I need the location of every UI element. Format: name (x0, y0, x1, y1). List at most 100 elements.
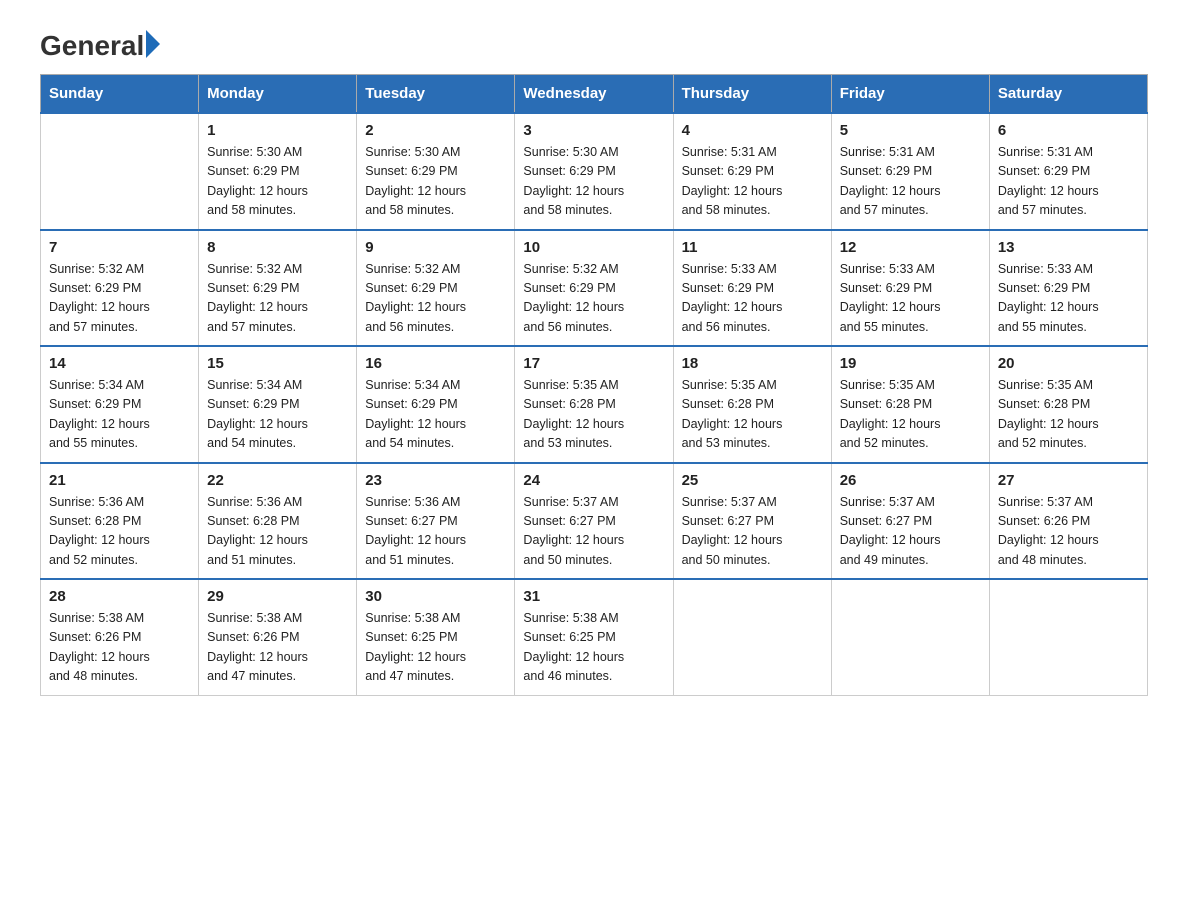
calendar-cell: 23 Sunrise: 5:36 AM Sunset: 6:27 PM Dayli… (357, 463, 515, 580)
day-number: 16 (365, 355, 506, 372)
day-info: Sunrise: 5:36 AM Sunset: 6:28 PM Dayligh… (207, 493, 348, 571)
day-number: 19 (840, 355, 981, 372)
day-number: 14 (49, 355, 190, 372)
calendar-cell (41, 113, 199, 230)
calendar-cell: 26Sunrise: 5:37 AM Sunset: 6:27 PM Dayli… (831, 463, 989, 580)
column-header-sunday: Sunday (41, 75, 199, 114)
day-number: 13 (998, 239, 1139, 256)
day-number: 28 (49, 588, 190, 605)
day-number: 27 (998, 472, 1139, 489)
calendar-cell (673, 579, 831, 695)
calendar-cell: 27 Sunrise: 5:37 AM Sunset: 6:26 PM Dayli… (989, 463, 1147, 580)
column-header-saturday: Saturday (989, 75, 1147, 114)
day-info: Sunrise: 5:35 AM Sunset: 6:28 PM Dayligh… (523, 376, 664, 454)
day-info: Sunrise: 5:30 AM Sunset: 6:29 PM Dayligh… (523, 143, 664, 221)
day-number: 1 (207, 122, 348, 139)
day-number: 25 (682, 472, 823, 489)
day-info: Sunrise: 5:32 AM Sunset: 6:29 PM Dayligh… (49, 260, 190, 338)
day-number: 30 (365, 588, 506, 605)
calendar-week-3: 14 Sunrise: 5:34 AM Sunset: 6:29 PM Dayli… (41, 346, 1148, 463)
calendar-cell: 7 Sunrise: 5:32 AM Sunset: 6:29 PM Daylig… (41, 230, 199, 347)
day-number: 15 (207, 355, 348, 372)
day-info: Sunrise: 5:36 AM Sunset: 6:27 PM Dayligh… (365, 493, 506, 571)
day-info: Sunrise: 5:35 AM Sunset: 6:28 PM Dayligh… (840, 376, 981, 454)
calendar-cell: 31Sunrise: 5:38 AM Sunset: 6:25 PM Dayli… (515, 579, 673, 695)
calendar-cell: 9 Sunrise: 5:32 AM Sunset: 6:29 PM Daylig… (357, 230, 515, 347)
day-number: 20 (998, 355, 1139, 372)
day-number: 8 (207, 239, 348, 256)
calendar-cell: 29Sunrise: 5:38 AM Sunset: 6:26 PM Dayli… (199, 579, 357, 695)
day-info: Sunrise: 5:31 AM Sunset: 6:29 PM Dayligh… (840, 143, 981, 221)
calendar-cell: 24 Sunrise: 5:37 AM Sunset: 6:27 PM Dayli… (515, 463, 673, 580)
calendar-cell: 16 Sunrise: 5:34 AM Sunset: 6:29 PM Dayli… (357, 346, 515, 463)
calendar-header: SundayMondayTuesdayWednesdayThursdayFrid… (41, 75, 1148, 114)
day-info: Sunrise: 5:34 AM Sunset: 6:29 PM Dayligh… (49, 376, 190, 454)
day-number: 18 (682, 355, 823, 372)
day-number: 17 (523, 355, 664, 372)
calendar-cell: 28 Sunrise: 5:38 AM Sunset: 6:26 PM Dayli… (41, 579, 199, 695)
day-number: 3 (523, 122, 664, 139)
day-info: Sunrise: 5:37 AM Sunset: 6:27 PM Dayligh… (523, 493, 664, 571)
calendar-week-2: 7 Sunrise: 5:32 AM Sunset: 6:29 PM Daylig… (41, 230, 1148, 347)
calendar-cell: 15 Sunrise: 5:34 AM Sunset: 6:29 PM Dayli… (199, 346, 357, 463)
day-number: 12 (840, 239, 981, 256)
day-number: 9 (365, 239, 506, 256)
calendar-body: 1 Sunrise: 5:30 AM Sunset: 6:29 PM Daylig… (41, 113, 1148, 695)
day-info: Sunrise: 5:32 AM Sunset: 6:29 PM Dayligh… (523, 260, 664, 338)
column-header-thursday: Thursday (673, 75, 831, 114)
calendar-cell: 5Sunrise: 5:31 AM Sunset: 6:29 PM Daylig… (831, 113, 989, 230)
day-number: 24 (523, 472, 664, 489)
calendar-cell: 1 Sunrise: 5:30 AM Sunset: 6:29 PM Daylig… (199, 113, 357, 230)
day-number: 23 (365, 472, 506, 489)
day-info: Sunrise: 5:30 AM Sunset: 6:29 PM Dayligh… (207, 143, 348, 221)
calendar-cell: 10 Sunrise: 5:32 AM Sunset: 6:29 PM Dayli… (515, 230, 673, 347)
page-header: General (40, 30, 1148, 54)
day-info: Sunrise: 5:37 AM Sunset: 6:27 PM Dayligh… (840, 493, 981, 571)
day-info: Sunrise: 5:30 AM Sunset: 6:29 PM Dayligh… (365, 143, 506, 221)
day-number: 31 (523, 588, 664, 605)
day-number: 4 (682, 122, 823, 139)
column-header-monday: Monday (199, 75, 357, 114)
day-number: 10 (523, 239, 664, 256)
logo: General (40, 30, 160, 54)
calendar-cell: 17 Sunrise: 5:35 AM Sunset: 6:28 PM Dayli… (515, 346, 673, 463)
day-info: Sunrise: 5:38 AM Sunset: 6:26 PM Dayligh… (49, 609, 190, 687)
calendar-cell: 12 Sunrise: 5:33 AM Sunset: 6:29 PM Dayli… (831, 230, 989, 347)
calendar-cell: 2Sunrise: 5:30 AM Sunset: 6:29 PM Daylig… (357, 113, 515, 230)
day-info: Sunrise: 5:31 AM Sunset: 6:29 PM Dayligh… (682, 143, 823, 221)
day-info: Sunrise: 5:37 AM Sunset: 6:27 PM Dayligh… (682, 493, 823, 571)
calendar-cell: 21 Sunrise: 5:36 AM Sunset: 6:28 PM Dayli… (41, 463, 199, 580)
calendar-cell: 30 Sunrise: 5:38 AM Sunset: 6:25 PM Dayli… (357, 579, 515, 695)
calendar-cell: 18Sunrise: 5:35 AM Sunset: 6:28 PM Dayli… (673, 346, 831, 463)
calendar-cell: 20 Sunrise: 5:35 AM Sunset: 6:28 PM Dayli… (989, 346, 1147, 463)
day-info: Sunrise: 5:37 AM Sunset: 6:26 PM Dayligh… (998, 493, 1139, 571)
calendar-cell: 13Sunrise: 5:33 AM Sunset: 6:29 PM Dayli… (989, 230, 1147, 347)
column-header-friday: Friday (831, 75, 989, 114)
calendar-cell: 4 Sunrise: 5:31 AM Sunset: 6:29 PM Daylig… (673, 113, 831, 230)
day-info: Sunrise: 5:38 AM Sunset: 6:26 PM Dayligh… (207, 609, 348, 687)
calendar-cell: 19 Sunrise: 5:35 AM Sunset: 6:28 PM Dayli… (831, 346, 989, 463)
calendar-cell: 11Sunrise: 5:33 AM Sunset: 6:29 PM Dayli… (673, 230, 831, 347)
calendar-cell: 3 Sunrise: 5:30 AM Sunset: 6:29 PM Daylig… (515, 113, 673, 230)
day-info: Sunrise: 5:33 AM Sunset: 6:29 PM Dayligh… (840, 260, 981, 338)
day-number: 7 (49, 239, 190, 256)
calendar-week-4: 21 Sunrise: 5:36 AM Sunset: 6:28 PM Dayli… (41, 463, 1148, 580)
day-info: Sunrise: 5:35 AM Sunset: 6:28 PM Dayligh… (998, 376, 1139, 454)
day-info: Sunrise: 5:32 AM Sunset: 6:29 PM Dayligh… (365, 260, 506, 338)
day-number: 22 (207, 472, 348, 489)
column-header-tuesday: Tuesday (357, 75, 515, 114)
logo-general-text: General (40, 30, 144, 62)
day-info: Sunrise: 5:36 AM Sunset: 6:28 PM Dayligh… (49, 493, 190, 571)
calendar-table: SundayMondayTuesdayWednesdayThursdayFrid… (40, 74, 1148, 696)
day-number: 21 (49, 472, 190, 489)
day-number: 11 (682, 239, 823, 256)
calendar-cell: 14 Sunrise: 5:34 AM Sunset: 6:29 PM Dayli… (41, 346, 199, 463)
day-info: Sunrise: 5:38 AM Sunset: 6:25 PM Dayligh… (365, 609, 506, 687)
day-info: Sunrise: 5:34 AM Sunset: 6:29 PM Dayligh… (365, 376, 506, 454)
day-info: Sunrise: 5:34 AM Sunset: 6:29 PM Dayligh… (207, 376, 348, 454)
calendar-cell (831, 579, 989, 695)
calendar-cell: 25 Sunrise: 5:37 AM Sunset: 6:27 PM Dayli… (673, 463, 831, 580)
day-info: Sunrise: 5:31 AM Sunset: 6:29 PM Dayligh… (998, 143, 1139, 221)
column-header-wednesday: Wednesday (515, 75, 673, 114)
day-info: Sunrise: 5:32 AM Sunset: 6:29 PM Dayligh… (207, 260, 348, 338)
